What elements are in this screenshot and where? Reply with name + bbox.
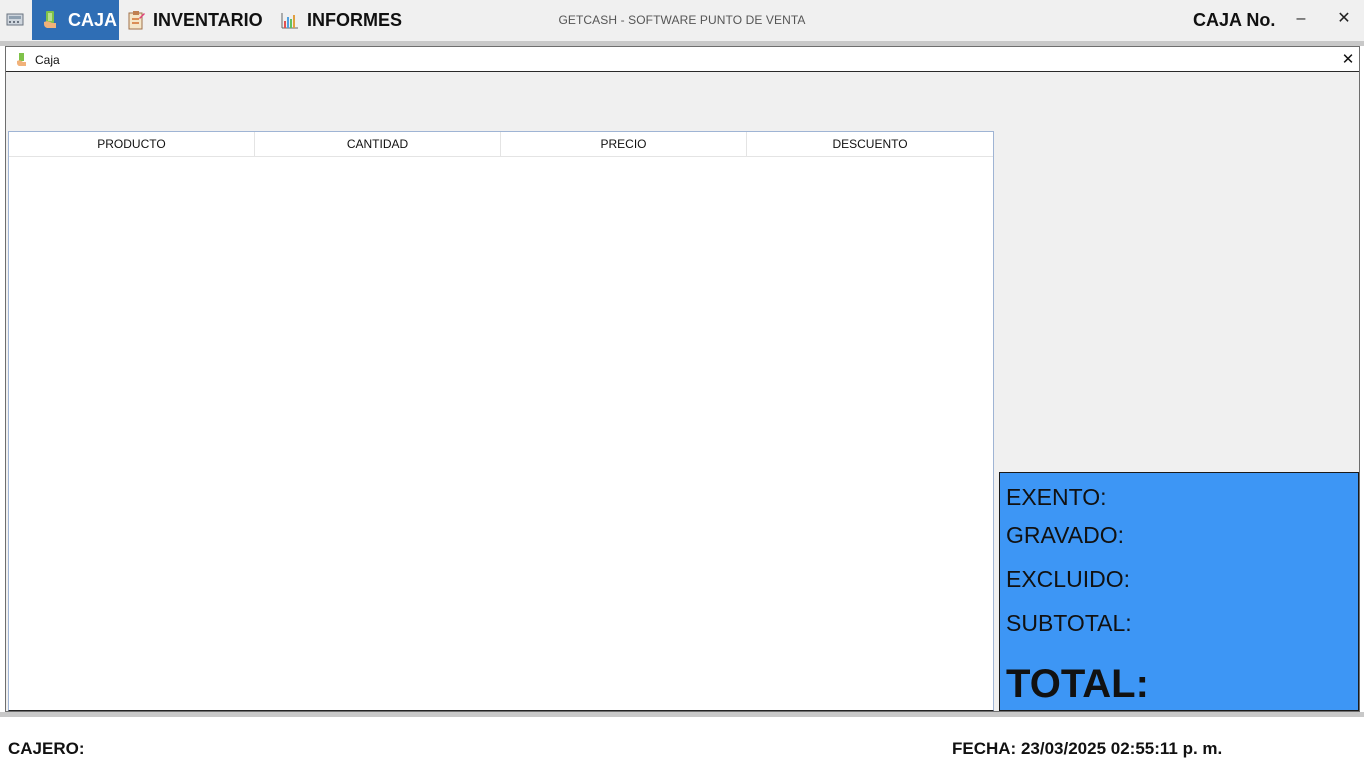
caja-number-label: CAJA No. [1193, 10, 1276, 30]
close-button[interactable]: ✕ [1331, 8, 1357, 32]
column-header-precio[interactable]: PRECIO [501, 132, 747, 156]
column-header-producto[interactable]: PRODUCTO [9, 132, 255, 156]
gravado-label: GRAVADO: [1006, 522, 1124, 548]
caja-window-close-button[interactable]: ✕ [1340, 50, 1356, 68]
caja-window-titlebar: Caja ✕ [6, 47, 1359, 72]
excluido-label: EXCLUIDO: [1006, 566, 1130, 592]
minimize-button[interactable]: – [1288, 8, 1314, 32]
subtotal-label: SUBTOTAL: [1006, 610, 1132, 636]
sales-grid[interactable]: PRODUCTO CANTIDAD PRECIO DESCUENTO [8, 131, 994, 711]
mdi-background-bottom [0, 712, 1364, 717]
caja-window: Caja ✕ PRODUCTO CANTIDAD PRECIO DESCUENT… [5, 46, 1360, 712]
cash-hand-icon [17, 53, 26, 66]
cashier-label: CAJERO: [8, 739, 85, 758]
app-toolbar: CAJA INVENTARIO INFORMES GETCASH - SOFTW… [0, 0, 1364, 41]
exento-label: EXENTO: [1006, 484, 1107, 510]
app-title: GETCASH - SOFTWARE PUNTO DE VENTA [558, 13, 806, 27]
grid-header: PRODUCTO CANTIDAD PRECIO DESCUENTO [9, 132, 993, 157]
column-header-descuento[interactable]: DESCUENTO [747, 132, 993, 156]
caja-window-title: Caja [35, 53, 60, 67]
total-label: TOTAL: [1006, 662, 1149, 706]
column-header-cantidad[interactable]: CANTIDAD [255, 132, 501, 156]
totals-panel: EXENTO: GRAVADO: EXCLUIDO: SUBTOTAL: TOT… [999, 472, 1359, 711]
date-time-label: FECHA: 23/03/2025 02:55:11 p. m. [952, 739, 1223, 758]
